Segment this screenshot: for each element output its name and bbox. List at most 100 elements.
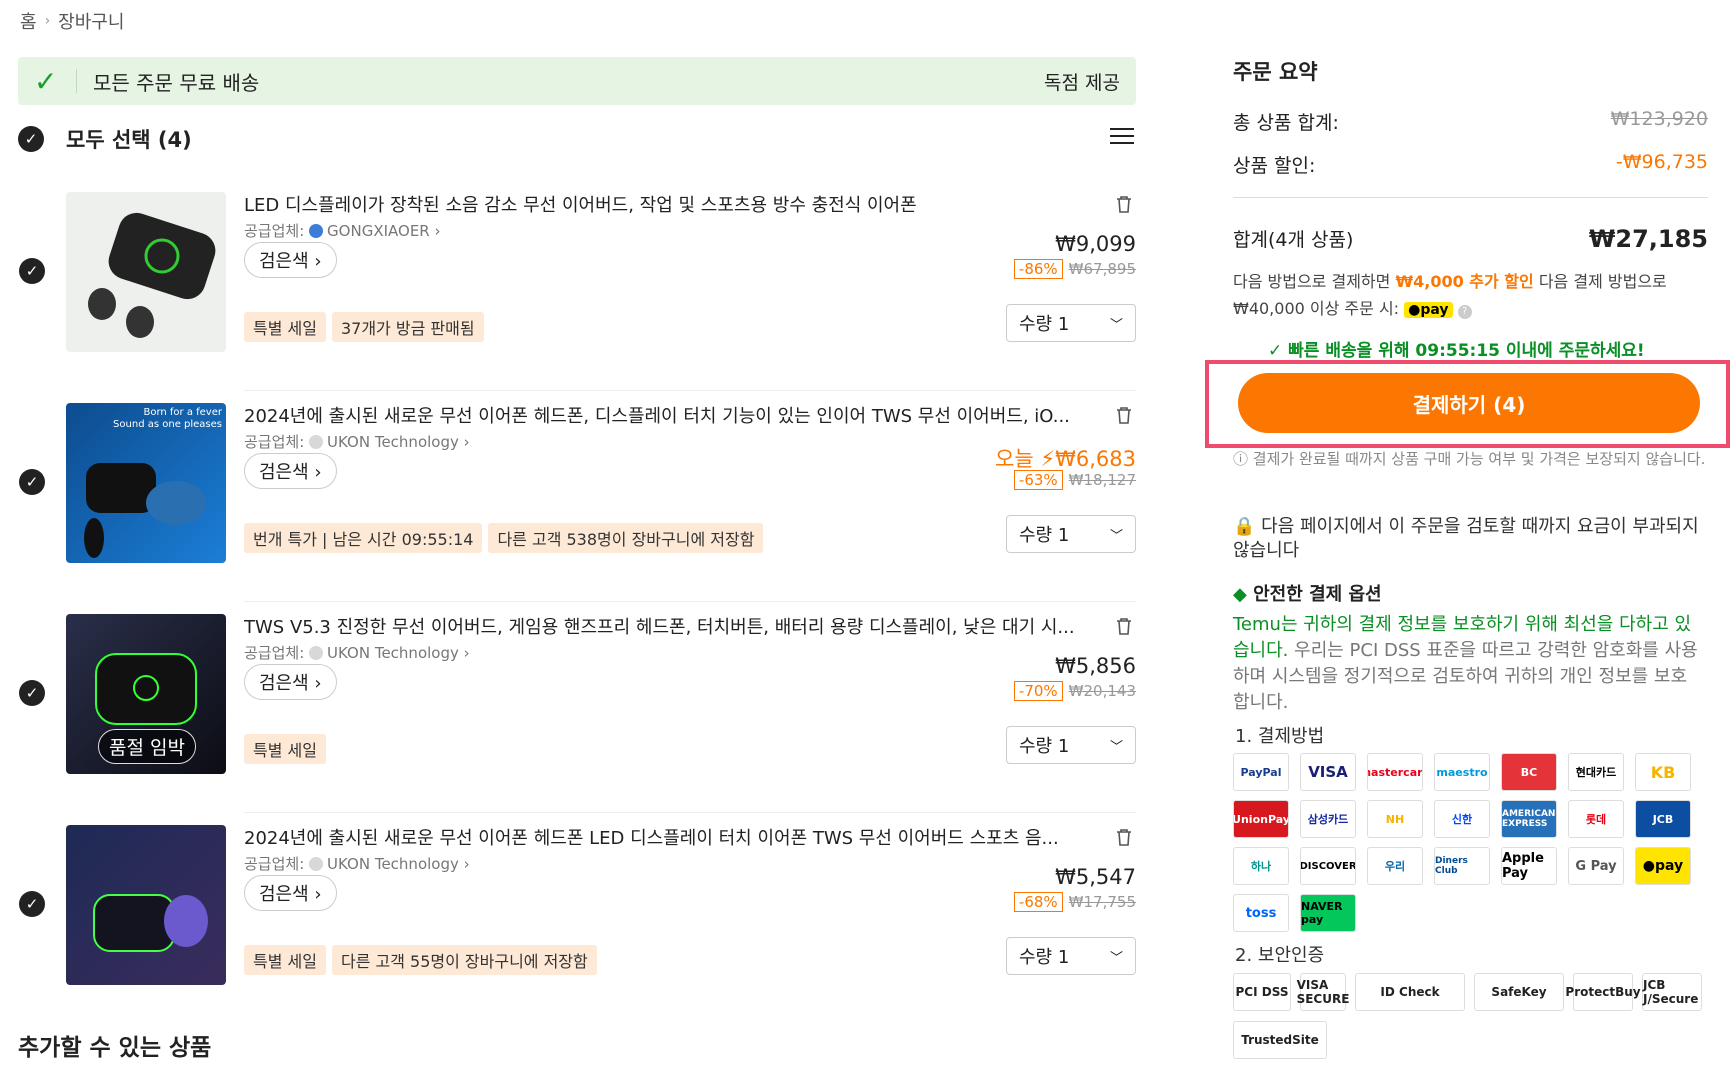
item-checkbox[interactable]: ✓ [19,258,45,284]
discount-info: -68% ₩17,755 [1013,892,1136,912]
payment-logo-icon: KB [1635,753,1691,791]
availability-note: ⓘ 결제가 완료될 때까지 상품 구매 가능 여부 및 가격은 보장되지 않습니… [1233,450,1706,468]
supplier-name: GONGXIAOER [327,222,430,240]
tags: 특별 세일 다른 고객 55명이 장바구니에 저장함 [244,945,597,975]
item-checkbox[interactable]: ✓ [19,891,45,917]
price: ₩5,547 [1055,865,1136,889]
checkout-button[interactable]: 결제하기 (4) [1238,373,1700,433]
color-selector[interactable]: 검은색 › [244,875,337,911]
product-image[interactable] [66,825,226,985]
quantity-select[interactable]: 수량 1 ﹀ [1006,726,1136,764]
supplier-label: 공급업체: [244,222,305,240]
supplier[interactable]: 공급업체: UKON Technology › [244,431,470,452]
payment-logo-icon: Diners Club [1434,847,1490,885]
select-all-label: 모두 선택 (4) [66,128,192,152]
tag: 번개 특가 | 남은 시간 09:55:14 [244,523,483,553]
supplier-name: UKON Technology [327,855,459,873]
payment-logo-icon: 현대카드 [1568,753,1624,791]
payment-logo-icon: maestro [1434,753,1490,791]
section-title: 추가할 수 있는 상품 [18,1035,212,1061]
breadcrumb-separator: › [44,13,51,29]
fast-delivery-notice: ✓ 빠른 배송을 위해 09:55:15 이내에 주문하세요! [1268,341,1645,361]
product-image[interactable]: 품절 임박 [66,614,226,774]
quantity-select[interactable]: 수량 1 ﹀ [1006,937,1136,975]
product-title[interactable]: TWS V5.3 진정한 무선 이어버드, 게임용 핸즈프리 헤드폰, 터치버튼… [244,613,1094,639]
shield-icon: ◆ [1233,584,1247,605]
subtotal-label: 총 상품 합계: [1233,112,1339,134]
discount-value: -₩96,735 [1615,151,1708,173]
original-price: ₩67,895 [1068,260,1136,278]
payment-logo-icon: VISA [1300,753,1356,791]
payment-logo-icon: DISCOVER [1300,847,1356,885]
discount-badge: -63% [1013,470,1063,490]
subtotal-value: ₩123,920 [1610,108,1708,130]
trash-icon[interactable] [1115,616,1133,636]
discount-info: -70% ₩20,143 [1013,681,1136,701]
chevron-down-icon: ﹀ [1109,950,1123,966]
today-label: 오늘 ⚡ [995,447,1056,471]
trash-icon[interactable] [1115,827,1133,847]
earbuds-image [93,894,208,952]
total-row: 합계(4개 상품) ₩27,185 [1233,225,1708,253]
product-image[interactable] [66,192,226,352]
payment-logo-icon: NAVER pay [1300,894,1356,932]
payment-logo-icon: 우리 [1367,847,1423,885]
supplier[interactable]: 공급업체: UKON Technology › [244,853,470,874]
chevron-down-icon: ﹀ [1109,739,1123,755]
trash-icon[interactable] [1115,405,1133,425]
color-selector[interactable]: 검은색 › [244,242,337,278]
product-title[interactable]: 2024년에 출시된 새로운 무선 이어폰 헤드폰, 디스플레이 터치 기능이 … [244,402,1094,428]
security-cert-logo-icon: TrustedSite [1233,1021,1327,1059]
select-all[interactable]: ✓ 모두 선택 (4) [18,124,192,154]
free-shipping-banner: ✓ 모든 주문 무료 배송 독점 제공 [18,57,1136,105]
breadcrumb-home[interactable]: 홈 [20,8,37,34]
payment-methods-label: 1. 결제방법 [1235,726,1325,747]
security-cert-label: 2. 보안인증 [1235,945,1325,966]
banner-exclusive: 독점 제공 [1044,71,1120,94]
npay-logo: ●pay [1404,302,1453,318]
payment-logo-icon: 신한 [1434,800,1490,838]
supplier-logo-icon [309,857,324,871]
supplier-name: UKON Technology [327,433,459,451]
help-icon[interactable]: ? [1457,305,1472,319]
supplier-name: UKON Technology [327,644,459,662]
original-price: ₩17,755 [1068,893,1136,911]
trash-icon[interactable] [1115,194,1133,214]
subtotal-row: 총 상품 합계: ₩123,920 [1233,108,1708,135]
promo-text: Born for a fever Sound as one pleases [113,407,222,430]
supplier[interactable]: 공급업체: GONGXIAOER › [244,220,441,241]
quantity-select[interactable]: 수량 1 ﹀ [1006,515,1136,553]
secure-payment-text: Temu는 귀하의 결제 정보를 보호하기 위해 최선을 다하고 있습니다. 우… [1233,614,1698,713]
security-cert-logo-icon: ProtectBuy [1565,973,1641,1011]
discount-badge: -70% [1013,681,1063,701]
tag: 특별 세일 [244,312,326,342]
color-selector[interactable]: 검은색 › [244,664,337,700]
list-view-icon[interactable] [1110,128,1134,148]
payment-logo-icon: JCB [1635,800,1691,838]
payment-logo-icon: UnionPay [1233,800,1289,838]
total-value: ₩27,185 [1588,225,1708,253]
discount-info: -63% ₩18,127 [1013,470,1136,490]
supplier-label: 공급업체: [244,433,305,451]
supplier[interactable]: 공급업체: UKON Technology › [244,642,470,663]
supplier-label: 공급업체: [244,644,305,662]
select-all-checkbox[interactable]: ✓ [18,126,44,152]
product-title[interactable]: LED 디스플레이가 장착된 소음 감소 무선 이어버드, 작업 및 스포츠용 … [244,191,1094,217]
product-title[interactable]: 2024년에 출시된 새로운 무선 이어폰 헤드폰 LED 디스플레이 터치 이… [244,824,1094,850]
price: 오늘 ⚡₩6,683 [995,447,1136,471]
secure-payment-title: ◆ 안전한 결제 옵션 [1233,584,1382,605]
summary-title: 주문 요약 [1233,60,1318,84]
product-image[interactable]: Born for a fever Sound as one pleases [66,403,226,563]
item-checkbox[interactable]: ✓ [19,680,45,706]
color-selector[interactable]: 검은색 › [244,453,337,489]
quantity-select[interactable]: 수량 1 ﹀ [1006,304,1136,342]
info-icon: ⓘ [1233,450,1253,468]
original-price: ₩18,127 [1068,471,1136,489]
lock-icon: 🔒 [1233,516,1256,537]
tag: 특별 세일 [244,945,326,975]
item-checkbox[interactable]: ✓ [19,469,45,495]
tag: 37개가 방금 판매됨 [331,312,484,342]
supplier-label: 공급업체: [244,855,305,873]
check-icon: ✓ [34,64,58,98]
discount-info: -86% ₩67,895 [1013,259,1136,279]
